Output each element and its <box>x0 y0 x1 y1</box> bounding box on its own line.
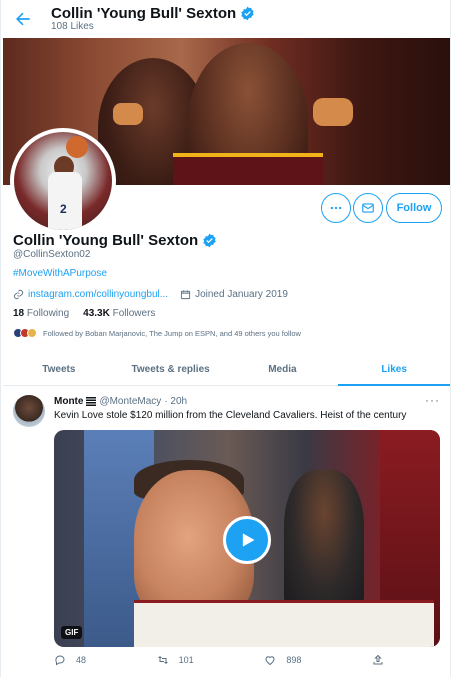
profile-meta: instagram.com/collinyoungbul... Joined J… <box>13 289 288 300</box>
menu-lines-icon <box>86 397 97 406</box>
tweet-author-avatar[interactable] <box>13 395 45 427</box>
followers-label: Followers <box>112 308 156 319</box>
link-icon <box>13 289 24 300</box>
profile-name-row: Collin 'Young Bull' Sexton <box>13 232 217 249</box>
calendar-icon <box>180 290 191 300</box>
more-options-button[interactable] <box>321 193 351 223</box>
profile-website-link[interactable]: instagram.com/collinyoungbul... <box>28 289 168 300</box>
tweet-time[interactable]: · 20h <box>164 396 187 407</box>
retweet-icon <box>157 656 168 664</box>
profile-bio-hashtag[interactable]: #MoveWithAPurpose <box>13 268 107 279</box>
header-title: Collin 'Young Bull' Sexton <box>51 5 255 22</box>
following-label: Following <box>26 308 70 319</box>
tweet-text: Kevin Love stole $120 million from the C… <box>54 410 407 421</box>
banner-hand-left <box>113 103 143 125</box>
heart-icon <box>265 656 275 666</box>
share-action[interactable] <box>372 654 384 666</box>
profile-name: Collin 'Young Bull' Sexton <box>13 232 199 249</box>
follower-avatar <box>27 328 37 338</box>
tab-likes[interactable]: Likes <box>338 354 450 386</box>
followers-count: 43.3K <box>83 308 110 319</box>
profile-joined-text: Joined January 2019 <box>195 289 288 300</box>
header-likes-count: 108 Likes <box>51 21 94 32</box>
reply-count: 48 <box>76 655 87 665</box>
tweet-author-name[interactable]: Monte <box>54 396 83 407</box>
top-bar: Collin 'Young Bull' Sexton 108 Likes <box>1 0 450 38</box>
retweet-count: 101 <box>178 655 194 665</box>
tweet-author-handle[interactable]: @MonteMacy <box>99 396 161 407</box>
retweet-action[interactable]: 101 <box>157 654 194 666</box>
follow-button[interactable]: Follow <box>386 193 442 223</box>
like-action[interactable]: 898 <box>264 654 301 666</box>
profile-tabs: Tweets Tweets & replies Media Likes <box>3 354 450 386</box>
followed-by-avatars <box>13 328 37 338</box>
gif-badge: GIF <box>61 626 83 639</box>
media-player-jersey <box>134 600 434 647</box>
avatar-basketball <box>66 136 88 158</box>
back-arrow-icon[interactable] <box>13 9 33 29</box>
profile-page: Collin 'Young Bull' Sexton 108 Likes 2 F… <box>0 0 451 677</box>
tab-tweets-replies[interactable]: Tweets & replies <box>115 354 227 385</box>
profile-avatar[interactable]: 2 <box>10 128 116 234</box>
more-dots-icon <box>330 206 342 210</box>
profile-handle: @CollinSexton02 <box>13 249 91 260</box>
verified-badge-icon <box>241 6 254 21</box>
tweet-card[interactable]: Monte @MonteMacy · 20h ··· Kevin Love st… <box>3 387 450 677</box>
tab-media[interactable]: Media <box>227 354 339 385</box>
followed-by-text: Followed by Boban Marjanovic, The Jump o… <box>43 328 301 338</box>
profile-stats: 18 Following 43.3K Followers <box>13 308 155 319</box>
reply-action[interactable]: 48 <box>54 654 86 666</box>
reply-icon <box>55 655 65 666</box>
verified-badge-icon <box>203 233 216 248</box>
tweet-media[interactable]: GIF <box>54 430 440 647</box>
media-second-person <box>284 470 364 610</box>
tweet-header: Monte @MonteMacy · 20h <box>54 396 187 407</box>
envelope-icon <box>362 203 374 213</box>
banner-jersey <box>173 153 323 185</box>
tab-tweets[interactable]: Tweets <box>3 354 115 385</box>
followed-by-row[interactable]: Followed by Boban Marjanovic, The Jump o… <box>13 328 301 338</box>
avatar-jersey-number: 2 <box>60 202 67 216</box>
tweet-actions: 48 101 898 <box>54 654 384 666</box>
header-name: Collin 'Young Bull' Sexton <box>51 5 237 22</box>
like-count: 898 <box>286 655 302 665</box>
following-stat[interactable]: 18 Following <box>13 308 69 319</box>
profile-joined: Joined January 2019 <box>180 289 288 300</box>
play-button[interactable] <box>223 516 271 564</box>
play-icon <box>242 533 255 547</box>
share-icon <box>373 654 383 665</box>
tweet-more-icon[interactable]: ··· <box>425 393 440 407</box>
message-button[interactable] <box>353 193 383 223</box>
followers-stat[interactable]: 43.3K Followers <box>83 308 155 319</box>
following-count: 18 <box>13 308 25 319</box>
banner-hand-right <box>313 98 353 126</box>
